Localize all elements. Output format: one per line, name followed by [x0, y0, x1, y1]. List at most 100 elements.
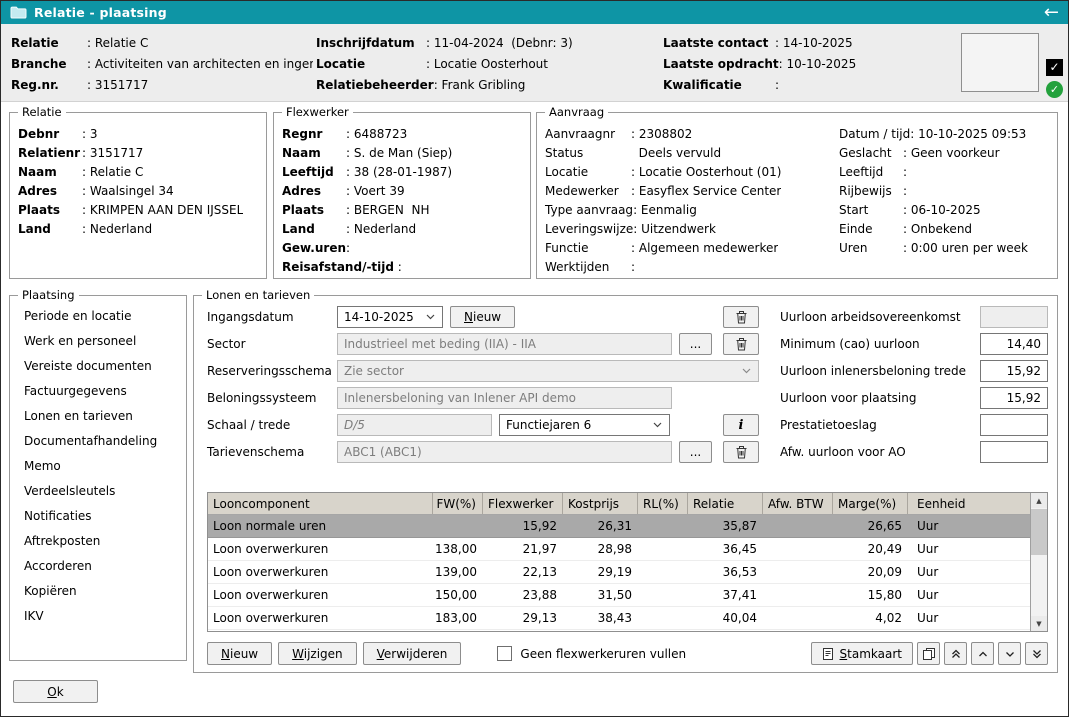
delete-sector-button[interactable]: [723, 333, 759, 355]
table-scrollbar[interactable]: ▲ ▼: [1030, 493, 1047, 631]
sidebar-item-notificaties[interactable]: Notificaties: [10, 504, 186, 529]
scrollbar-thumb[interactable]: [1031, 509, 1047, 555]
info-row: Adres: Waalsingel 34: [18, 182, 258, 201]
sidebar-item-werk-en-personeel[interactable]: Werk en personeel: [10, 329, 186, 354]
field-label: Reserveringsschema: [207, 364, 332, 378]
sidebar-item-ikv[interactable]: IKV: [10, 604, 186, 629]
prestatietoeslag-input[interactable]: [980, 414, 1048, 436]
cell: 150,00: [433, 584, 483, 606]
field-label: Locatie: [316, 57, 426, 71]
copy-icon: [922, 647, 936, 661]
afw-uurloon-voor-ao-input[interactable]: [980, 441, 1048, 463]
minimum-cao-uurloon-input[interactable]: [980, 333, 1048, 355]
cell: Uur: [908, 561, 1031, 583]
sector-lookup-button[interactable]: ...: [679, 333, 712, 355]
cell: Loon overwerkuren: [208, 607, 433, 629]
field-label: Naam: [282, 144, 346, 163]
back-icon[interactable]: ←: [1044, 4, 1059, 22]
stamkaart-button[interactable]: Stamkaart: [811, 642, 913, 665]
cell: [763, 607, 833, 629]
geen-flexwerkeruren-checkbox[interactable]: [497, 646, 512, 661]
table-row[interactable]: Loon overwerkuren 183,00 29,13 38,43 40,…: [208, 607, 1031, 630]
inlenersbeloning-info-button[interactable]: i: [723, 414, 759, 436]
field-value: : Relatie C: [82, 163, 143, 182]
chevron-double-down-icon: [1031, 648, 1043, 660]
cell: [763, 538, 833, 560]
cell: 29,19: [563, 561, 638, 583]
field-label: Locatie: [545, 163, 631, 182]
header-flag-checkbox[interactable]: ✓: [1046, 59, 1063, 76]
info-row: Einde: Onbekend: [839, 220, 1028, 239]
sector-input: [337, 333, 672, 355]
aanvraag-left-column: Aanvraagnr: 2308802 Status Deels vervuld…: [545, 125, 839, 277]
move-top-button[interactable]: [944, 642, 967, 665]
column-header: Flexwerker: [483, 493, 563, 514]
cell: [638, 515, 688, 537]
cell: Uur: [908, 538, 1031, 560]
wijzigen-button[interactable]: Wijzigen: [278, 642, 357, 665]
field-label: Branche: [11, 57, 87, 71]
sidebar-item-vereiste-documenten[interactable]: Vereiste documenten: [10, 354, 186, 379]
move-up-button[interactable]: [971, 642, 994, 665]
scrollbar-up-button[interactable]: ▲: [1031, 493, 1047, 508]
sidebar-item-aftrekposten[interactable]: Aftrekposten: [10, 529, 186, 554]
table-row[interactable]: Loon normale uren 15,92 26,31 35,87 26,6…: [208, 515, 1031, 538]
field-label: Leeftijd: [839, 163, 903, 182]
aanvraag-fieldset-legend: Aanvraag: [545, 105, 608, 120]
field-value: : 3: [82, 125, 98, 144]
cell: 28,98: [563, 538, 638, 560]
sidebar-item-verdeelsleutels[interactable]: Verdeelsleutels: [10, 479, 186, 504]
sidebar-item-factuurgegevens[interactable]: Factuurgegevens: [10, 379, 186, 404]
sidebar-item-periode-en-locatie[interactable]: Periode en locatie: [10, 304, 186, 329]
nieuw-looncomponent-button[interactable]: Nieuw: [207, 642, 272, 665]
sidebar-item-accorderen[interactable]: Accorderen: [10, 554, 186, 579]
field-label: Rijbewijs: [839, 182, 903, 201]
field-label: Kwalificatie: [663, 78, 775, 92]
table-row[interactable]: Loon overwerkuren 138,00 21,97 28,98 36,…: [208, 538, 1031, 561]
field-label: Geslacht: [839, 144, 903, 163]
table-row[interactable]: Loon overwerkuren 139,00 22,13 29,19 36,…: [208, 561, 1031, 584]
field-label: Inschrijfdatum: [316, 36, 426, 50]
functiejaren-select[interactable]: Functiejaren 6: [499, 414, 670, 436]
info-icon: i: [739, 418, 744, 433]
field-label: Plaats: [18, 201, 82, 220]
field-value: : 10-10-2025 09:53: [910, 125, 1026, 144]
header-col-inschrijving: Inschrijfdatum: 11-04-2024 (Debnr: 3) Lo…: [316, 32, 648, 95]
nieuw-ingangsdatum-button[interactable]: Nieuw: [450, 306, 515, 328]
move-down-button[interactable]: [998, 642, 1021, 665]
field-value: : Onbekend: [903, 220, 972, 239]
plaatsing-fieldset-legend: Plaatsing: [18, 288, 79, 303]
info-row: Leeftijd: 38 (28-01-1987): [282, 163, 522, 182]
move-bottom-button[interactable]: [1025, 642, 1048, 665]
sidebar-item-kopieren[interactable]: Kopiëren: [10, 579, 186, 604]
sidebar-item-memo[interactable]: Memo: [10, 454, 186, 479]
field-label: Type aanvraag: [545, 201, 633, 220]
field-value: : Waalsingel 34: [82, 182, 174, 201]
field-label: Relatie: [11, 36, 87, 50]
field-label: Einde: [839, 220, 903, 239]
cell: [433, 515, 483, 537]
info-row: Relatiebeheerder: Frank Gribling: [316, 74, 648, 95]
ok-button[interactable]: Ok: [13, 680, 98, 703]
tarievenschema-lookup-button[interactable]: ...: [679, 441, 712, 463]
lonen-form: Ingangsdatum 14-10-2025 Nieuw Sector ...: [207, 306, 759, 468]
cell: Loon overwerkuren: [208, 538, 433, 560]
verwijderen-button[interactable]: Verwijderen: [363, 642, 462, 665]
delete-ingangsdatum-button[interactable]: [723, 306, 759, 328]
sidebar-item-documentafhandeling[interactable]: Documentafhandeling: [10, 429, 186, 454]
info-row: Geslacht: Geen voorkeur: [839, 144, 1028, 163]
ingangsdatum-select[interactable]: 14-10-2025: [337, 306, 443, 328]
copy-button[interactable]: [917, 642, 940, 665]
uurloon-voor-plaatsing-input[interactable]: [980, 387, 1048, 409]
uurloon-inlenersbeloning-trede-input[interactable]: [980, 360, 1048, 382]
delete-tarievenschema-button[interactable]: [723, 441, 759, 463]
table-row[interactable]: Loon overwerkuren 150,00 23,88 31,50 37,…: [208, 584, 1031, 607]
sidebar-item-lonen-en-tarieven[interactable]: Lonen en tarieven: [10, 404, 186, 429]
schaal-trede-input: [337, 414, 492, 436]
field-value: : S. de Man (Siep): [346, 144, 452, 163]
info-row: Uren: 0:00 uren per week: [839, 239, 1028, 258]
header-summary: Relatie: Relatie C Branche: Activiteiten…: [1, 24, 1068, 102]
info-row: Plaats: KRIMPEN AAN DEN IJSSEL: [18, 201, 258, 220]
field-value: : 10-10-2025: [779, 57, 857, 71]
scrollbar-down-button[interactable]: ▼: [1031, 616, 1047, 631]
